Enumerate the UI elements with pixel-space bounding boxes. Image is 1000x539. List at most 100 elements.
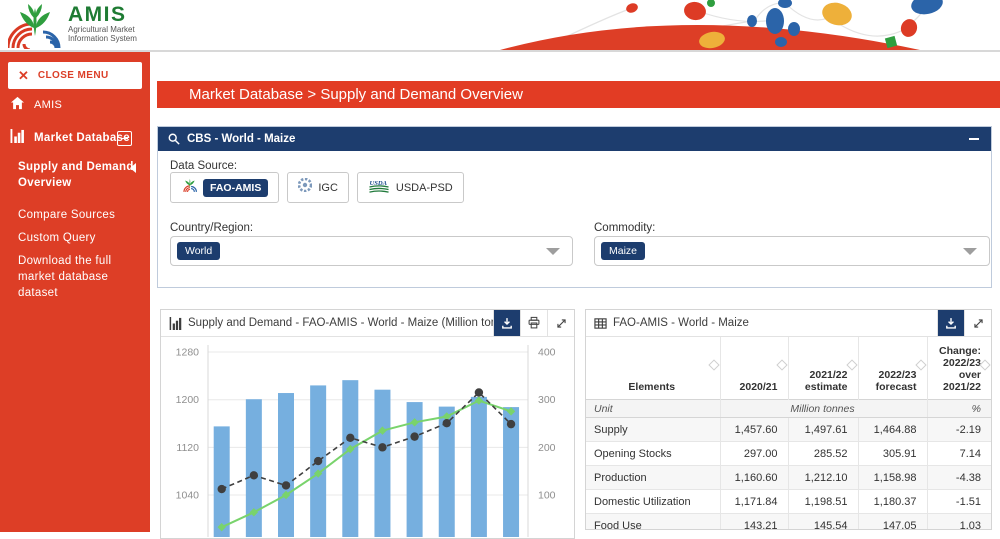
chart-download-button[interactable] [493,310,520,336]
column-header-elements[interactable]: Elements [586,337,720,400]
collapse-panel-icon[interactable] [969,138,979,140]
sort-icon [708,359,719,370]
amis-logo-icon [181,177,197,198]
source-button-label: IGC [318,182,338,194]
sidebar-item-supply-and-demand-overview[interactable]: Supply and Demand Overview [18,159,136,191]
column-header-line: estimate [797,381,848,393]
close-menu-label: CLOSE MENU [38,70,109,81]
download-icon [944,316,958,330]
column-header-line: 2021/22 [936,381,982,393]
filter-panel-title: CBS - World - Maize [187,133,295,145]
chevron-down-icon [546,248,560,255]
element-cell: Domestic Utilization [586,490,720,514]
table-expand-button[interactable] [964,310,991,336]
amis-logo[interactable]: AMIS Agricultural Market Information Sys… [8,2,137,49]
sidebar: ✕ CLOSE MENU AMIS Market Database Supply a… [0,52,150,532]
sidebar-item-label: Custom Query [18,230,96,246]
close-menu-button[interactable]: ✕ CLOSE MENU [8,62,142,89]
chart-print-button[interactable] [520,310,547,336]
sidebar-item-label: Download the full market database datase… [18,253,136,301]
chart-expand-button[interactable] [547,310,574,336]
value-cell: 1,180.37 [858,490,927,514]
value-cell: 1,158.98 [858,466,927,490]
chevron-down-icon [963,248,977,255]
sidebar-item-compare-sources[interactable]: Compare Sources [18,207,136,223]
commodity-value-badge: Maize [601,242,645,260]
bar [278,393,294,537]
active-item-arrow-icon [130,163,136,173]
expand-icon [555,317,568,330]
value-cell: -1.51 [927,490,991,514]
value-cell: 1,171.84 [720,490,788,514]
value-cell: 1,497.61 [788,418,858,442]
element-cell: Food Use [586,514,720,531]
source-button-fao-amis[interactable]: FAO-AMIS [170,172,279,203]
bar [471,397,487,537]
usda-logo-icon: USDA [368,178,390,198]
column-header-202021[interactable]: 2020/21 [720,337,788,400]
filter-panel-header: CBS - World - Maize [158,127,991,151]
logo-subtitle-2: Information System [68,34,137,43]
value-cell: -4.38 [927,466,991,490]
circle-marker [346,434,354,442]
sidebar-item-download-the-full-market-database-dataset[interactable]: Download the full market database datase… [18,253,136,301]
logo-subtitle-1: Agricultural Market [68,25,137,34]
filter-panel: CBS - World - Maize Data Source: FAO-AMI… [157,126,992,288]
column-header-line: Change: [936,345,982,357]
table-row-production: Production1,160.601,212.101,158.98-4.38 [586,466,991,490]
amis-plant-icon [8,2,62,49]
table-row-supply: Supply1,457.601,497.611,464.88-2.19 [586,418,991,442]
right-axis-tick-label: 100 [538,489,556,501]
value-cell: 1,464.88 [858,418,927,442]
column-header-change[interactable]: Change:2022/23over2021/22 [927,337,991,400]
table-panel: FAO-AMIS - World - Maize [585,309,992,530]
sidebar-item-amis[interactable]: AMIS [10,96,142,115]
table-panel-title: FAO-AMIS - World - Maize [613,317,749,329]
value-cell: -2.19 [927,418,991,442]
value-cell: 1.03 [927,514,991,531]
column-header-202223[interactable]: 2022/23forecast [858,337,927,400]
country-select[interactable]: World [170,236,573,266]
chart-panel-header: Supply and Demand - FAO-AMIS - World - M… [161,310,574,337]
value-cell: 7.14 [927,442,991,466]
sidebar-item-market-database[interactable]: Market Database [10,129,142,148]
breadcrumb: Market Database > Supply and Demand Over… [157,81,1000,108]
source-button-label: USDA-PSD [396,182,453,194]
element-cell: Opening Stocks [586,442,720,466]
table-download-button[interactable] [937,310,964,336]
source-button-igc[interactable]: IGC [287,172,349,203]
bar-chart-icon [10,129,25,148]
circle-marker [475,388,483,396]
column-header-line: over [936,369,982,381]
commodity-select[interactable]: Maize [594,236,990,266]
column-header-line: 2020/21 [729,381,778,393]
column-header-line: forecast [867,381,917,393]
value-cell: 297.00 [720,442,788,466]
collapse-section-icon[interactable] [117,131,132,146]
source-button-usda-psd[interactable]: USDA USDA-PSD [357,172,464,203]
unit-label: Unit [586,400,720,418]
circle-marker [443,419,451,427]
column-header-202122[interactable]: 2021/22estimate [788,337,858,400]
data-source-label: Data Source: [170,160,237,172]
unit-row: UnitMillion tonnes% [586,400,991,418]
element-cell: Supply [586,418,720,442]
table-row-food-use: Food Use143.21145.54147.051.03 [586,514,991,531]
value-cell: 143.21 [720,514,788,531]
value-cell: 1,160.60 [720,466,788,490]
sidebar-item-custom-query[interactable]: Custom Query [18,230,136,246]
table-panel-header: FAO-AMIS - World - Maize [586,310,991,337]
circle-marker [218,485,226,493]
table-row-opening-stocks: Opening Stocks297.00285.52305.917.14 [586,442,991,466]
element-cell: Production [586,466,720,490]
circle-marker [250,471,258,479]
sidebar-item-label: Supply and Demand Overview [18,159,136,191]
table-header-row: Elements2020/212021/22estimate2022/23for… [586,337,991,400]
value-cell: 1,212.10 [788,466,858,490]
sidebar-item-label: Market Database [34,131,130,146]
column-header-line: 2021/22 [797,369,848,381]
search-icon [168,133,180,145]
data-source-buttons: FAO-AMIS IGC USDA USDA-PSD [170,172,464,203]
chart-panel: Supply and Demand - FAO-AMIS - World - M… [160,309,575,539]
right-axis-tick-label: 200 [538,442,556,454]
